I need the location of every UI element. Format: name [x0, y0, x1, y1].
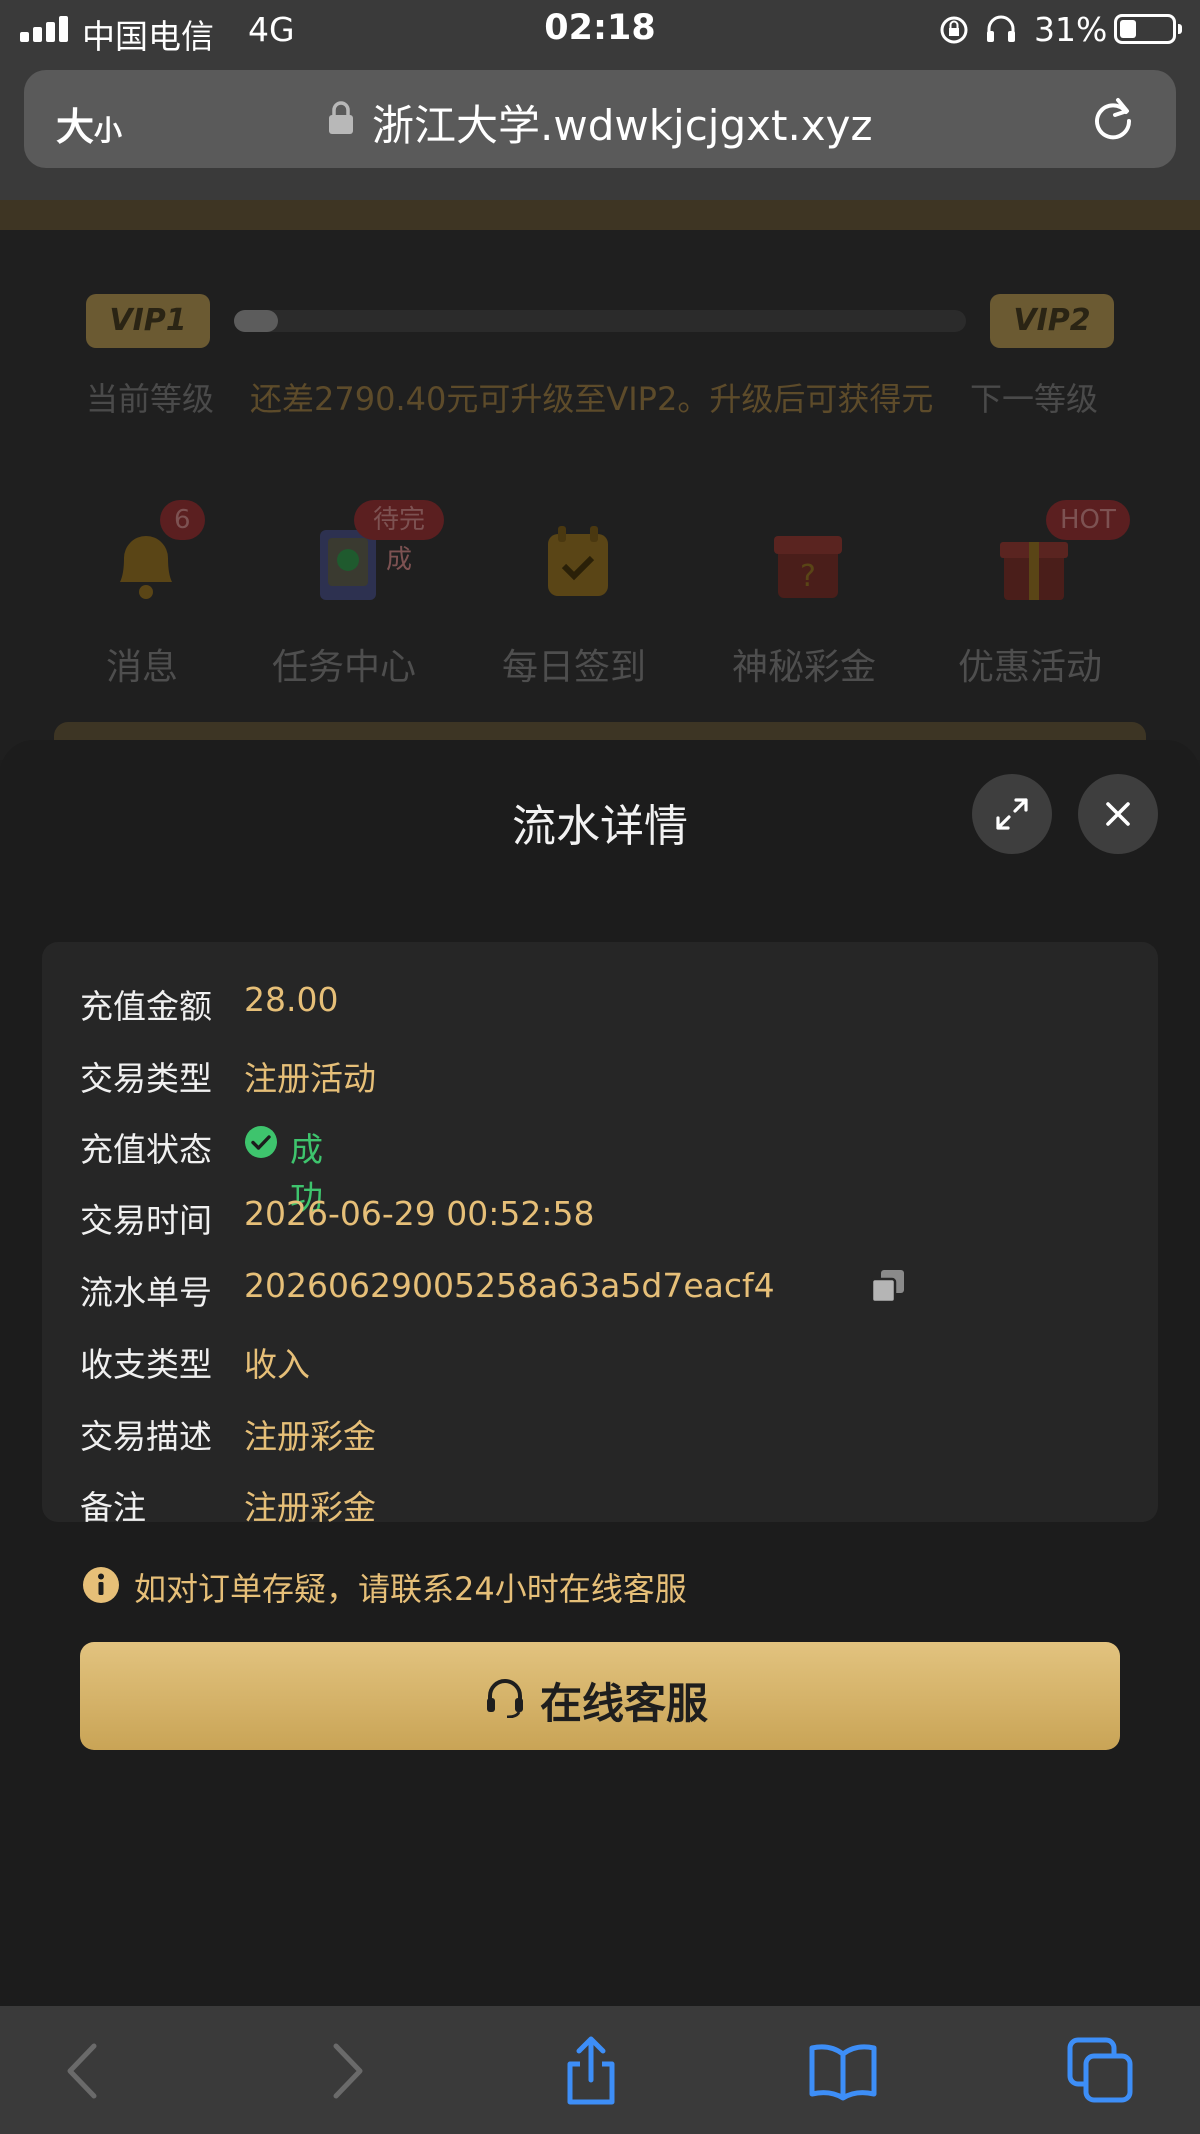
- shortcut-messages[interactable]: 6 消息: [42, 500, 242, 710]
- vip-progress-fill: [234, 310, 278, 332]
- detail-value: 收入: [244, 1345, 310, 1384]
- next-level-label: 下一等级: [970, 380, 1099, 418]
- expand-icon: [996, 798, 1028, 830]
- detail-label: 备注: [80, 1488, 146, 1527]
- address-bar[interactable]: 大小 浙江大学.wdwkjcjgxt.xyz: [24, 70, 1176, 168]
- detail-label: 交易描述: [80, 1417, 212, 1456]
- text-size-small: 小: [94, 114, 123, 147]
- shortcut-label: 消息: [105, 647, 178, 688]
- upgrade-hint: 还差2790.40元可升级至VIP2。升级后可获得元: [250, 380, 934, 418]
- gold-banner-strip: [0, 200, 1200, 230]
- detail-value: 注册彩金: [244, 1488, 376, 1527]
- detail-row-serial: 流水单号 20260629005258a63a5d7eacf4: [80, 1260, 940, 1314]
- notice-text: 如对订单存疑，请联系24小时在线客服: [134, 1570, 687, 1608]
- headphone-icon: [987, 15, 1015, 42]
- battery-level: [1120, 20, 1136, 38]
- shortcut-promotions[interactable]: HOT 优惠活动: [930, 500, 1130, 710]
- detail-value: 20260629005258a63a5d7eacf4: [244, 1266, 775, 1305]
- mystery-box-icon: ?: [774, 536, 842, 598]
- detail-label: 交易时间: [80, 1201, 212, 1240]
- shortcut-label: 神秘彩金: [731, 647, 876, 688]
- url-text: 浙江大学.wdwkjcjgxt.xyz: [372, 101, 873, 150]
- copy-icon[interactable]: [870, 1268, 906, 1304]
- clock: 02:18: [544, 8, 656, 48]
- shortcut-label: 每日签到: [501, 647, 646, 688]
- detail-value: 28.00: [244, 980, 339, 1019]
- battery-icon: [1114, 14, 1182, 44]
- info-icon: [83, 1567, 119, 1603]
- close-button[interactable]: [1078, 774, 1158, 854]
- detail-value: 2026-06-29 00:52:58: [244, 1194, 595, 1233]
- service-button-content: 在线客服: [80, 1642, 1120, 1750]
- share-icon[interactable]: [556, 2036, 626, 2106]
- orientation-lock-icon: [940, 16, 968, 44]
- browser-header: 大小 浙江大学.wdwkjcjgxt.xyz: [0, 64, 1200, 200]
- detail-value: 注册活动: [244, 1059, 376, 1098]
- detail-value: 注册彩金: [244, 1417, 376, 1456]
- page: 中国电信 4G 02:18 31% 大小 浙江大学.wdwkjcjgxt.xyz: [0, 0, 1200, 2134]
- check-circle-icon: [245, 1126, 277, 1158]
- shortcut-label: 任务中心: [271, 647, 416, 688]
- browser-toolbar: [0, 2006, 1200, 2134]
- current-level-label: 当前等级: [86, 380, 215, 418]
- text-size-big: 大: [56, 105, 95, 149]
- detail-label: 流水单号: [80, 1273, 212, 1312]
- detail-label: 收支类型: [80, 1345, 212, 1384]
- detail-label: 交易类型: [80, 1059, 212, 1098]
- shortcut-label: 优惠活动: [957, 647, 1102, 688]
- transaction-detail-sheet: 流水详情 充值金额 28.00 交易类型 注册活动 充值状态 成功 交易时间 2…: [0, 740, 1200, 2006]
- detail-card: 充值金额 28.00 交易类型 注册活动 充值状态 成功 交易时间 2026-0…: [42, 942, 1158, 1527]
- shortcut-daily-checkin[interactable]: 每日签到: [474, 500, 674, 710]
- background-page: VIP1 VIP2 当前等级 还差2790.40元可升级至VIP2。升级后可获得…: [0, 200, 1200, 762]
- calendar-icon: [548, 526, 608, 596]
- svg-text:?: ?: [800, 559, 816, 594]
- close-icon: [1106, 802, 1130, 826]
- detail-label: 充值状态: [80, 1130, 212, 1169]
- forward-icon[interactable]: [310, 2036, 380, 2106]
- headset-icon: [487, 1679, 523, 1718]
- battery-percent: 31%: [1034, 10, 1108, 49]
- text-size-button[interactable]: 大小: [56, 96, 122, 151]
- messages-badge: 6: [160, 500, 205, 540]
- online-service-button[interactable]: 在线客服: [80, 1642, 1120, 1750]
- detail-label: 充值金额: [80, 987, 212, 1026]
- vip-progress-bar: [234, 310, 966, 332]
- bookmarks-icon[interactable]: [808, 2036, 878, 2106]
- expand-button[interactable]: [972, 774, 1052, 854]
- status-bar: 中国电信 4G 02:18 31%: [0, 0, 1200, 64]
- vip-next-badge: VIP2: [990, 294, 1114, 348]
- back-icon[interactable]: [50, 2036, 120, 2106]
- tabs-icon[interactable]: [1066, 2036, 1136, 2106]
- shortcut-task-center[interactable]: 待完成 任务中心: [244, 500, 444, 710]
- task-badge: 待完成: [354, 500, 444, 575]
- lock-icon: [329, 101, 353, 134]
- reload-icon[interactable]: [1088, 94, 1138, 144]
- promotions-badge: HOT: [1046, 500, 1130, 540]
- vip-current-badge: VIP1: [86, 294, 210, 348]
- service-button-label: 在线客服: [540, 1679, 709, 1728]
- shortcut-mystery-bonus[interactable]: ? 神秘彩金: [704, 500, 904, 710]
